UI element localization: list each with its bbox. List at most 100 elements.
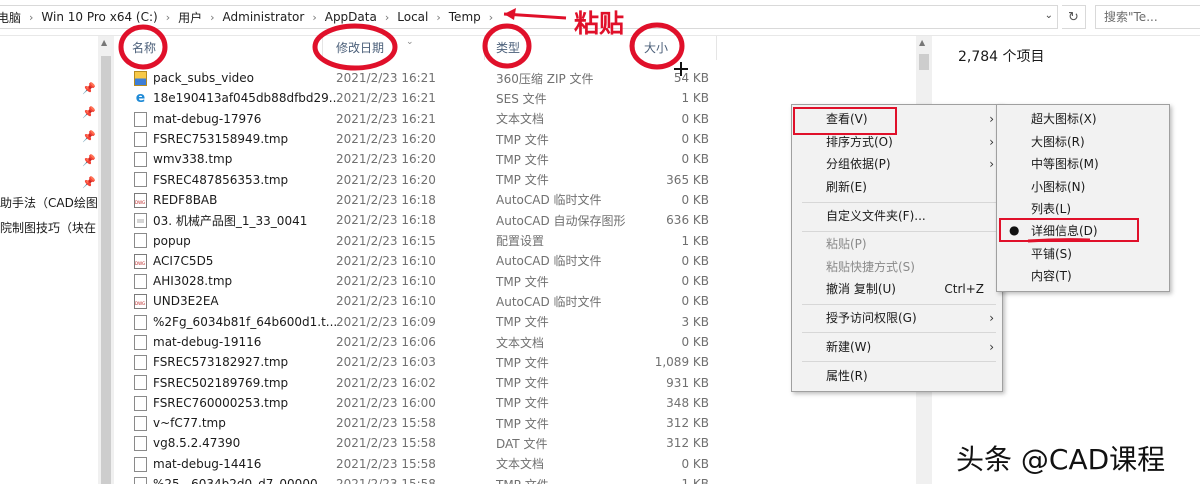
menu-item-give-access[interactable]: 授予访问权限(G) › <box>826 307 1002 329</box>
file-date: 2021/2/23 15:58 <box>336 477 436 484</box>
menu-item-group[interactable]: 分组依据(P) › <box>826 153 1002 175</box>
file-name: v~fC77.tmp <box>153 416 226 431</box>
file-date: 2021/2/23 16:09 <box>336 314 436 329</box>
file-row[interactable]: v~fC77.tmp 2021/2/23 15:58 TMP 文件 312 KB <box>122 413 722 433</box>
file-row[interactable]: REDF8BAB 2021/2/23 16:18 AutoCAD 临时文件 0 KB <box>122 190 722 210</box>
submenu-item-extra-large-icons[interactable]: 超大图标(X) <box>1031 108 1097 130</box>
refresh-button[interactable]: ↻ <box>1062 5 1086 29</box>
file-type: TMP 文件 <box>496 173 549 188</box>
file-list-scrollbar-thumb[interactable] <box>919 54 929 70</box>
file-date: 2021/2/23 16:06 <box>336 335 436 349</box>
menu-separator <box>802 231 996 232</box>
search-input[interactable]: 搜索"Te... <box>1095 5 1200 29</box>
file-size: 0 KB <box>681 192 709 207</box>
scroll-up-icon[interactable]: ▲ <box>101 38 107 47</box>
file-row[interactable]: FSREC760000253.tmp 2021/2/23 16:00 TMP 文件 3… <box>122 393 722 413</box>
nav-item[interactable]: 助手法（CAD绘图 <box>0 194 98 211</box>
column-header-date[interactable]: 修改日期 <box>336 36 384 60</box>
submenu-item-list[interactable]: 列表(L) <box>1031 198 1071 220</box>
menu-separator <box>802 332 996 333</box>
file-row[interactable]: mat-debug-17976 2021/2/23 16:21 文本文档 0 KB <box>122 109 722 129</box>
file-icon <box>134 273 147 289</box>
file-size: 1 KB <box>681 91 709 106</box>
address-bar[interactable]: 电脑 › Win 10 Pro x64 (C:) › 用户 › Administ… <box>0 5 1058 29</box>
file-name: FSREC760000253.tmp <box>153 395 289 410</box>
file-size: 0 KB <box>681 274 709 289</box>
file-row[interactable]: mat-debug-14416 2021/2/23 15:58 文本文档 0 KB <box>122 454 722 474</box>
file-icon <box>134 131 147 147</box>
breadcrumb-separator[interactable]: › <box>210 11 214 24</box>
column-header-size[interactable]: 大小 <box>644 36 668 60</box>
column-divider[interactable] <box>322 36 323 60</box>
menu-item-new[interactable]: 新建(W) › <box>826 336 1002 358</box>
menu-item-label: 新建(W) <box>826 340 872 354</box>
menu-item-customize-folder[interactable]: 自定义文件夹(F)... <box>826 205 1002 227</box>
file-row[interactable]: FSREC573182927.tmp 2021/2/23 16:03 TMP 文件 1… <box>122 352 722 372</box>
menu-separator <box>802 361 996 362</box>
file-row[interactable]: mat-debug-19116 2021/2/23 16:06 文本文档 0 KB <box>122 332 722 352</box>
column-divider[interactable] <box>634 36 635 60</box>
submenu-item-tiles[interactable]: 平铺(S) <box>1031 243 1072 265</box>
file-row[interactable]: UND3E2EA 2021/2/23 16:10 AutoCAD 临时文件 0 KB <box>122 291 722 311</box>
submenu-item-medium-icons[interactable]: 中等图标(M) <box>1031 153 1099 175</box>
breadcrumb-separator[interactable]: › <box>489 11 493 24</box>
submenu-item-large-icons[interactable]: 大图标(R) <box>1031 131 1085 153</box>
file-name: REDF8BAB <box>153 192 218 207</box>
menu-item-refresh[interactable]: 刷新(E) <box>826 176 1002 198</box>
file-row[interactable]: 03. 机械产品图_1_33_0041 2021/2/23 16:18 AutoCA… <box>122 210 722 230</box>
column-divider[interactable] <box>716 36 717 60</box>
submenu-item-small-icons[interactable]: 小图标(N) <box>1031 176 1085 198</box>
breadcrumb-appdata[interactable]: AppData <box>325 10 377 24</box>
file-row[interactable]: %25...6034b2d0_d7_00000... 2021/2/23 15:5… <box>122 474 722 484</box>
file-type: DAT 文件 <box>496 436 548 451</box>
column-divider[interactable] <box>484 36 485 60</box>
breadcrumb-administrator[interactable]: Administrator <box>223 10 305 24</box>
breadcrumb-users[interactable]: 用户 <box>178 9 202 26</box>
file-date: 2021/2/23 16:02 <box>336 375 436 390</box>
file-size: 54 KB <box>673 71 709 86</box>
chevron-down-icon[interactable]: ⌄ <box>1045 10 1053 21</box>
file-row[interactable]: vg8.5.2.47390 2021/2/23 15:58 DAT 文件 312 KB <box>122 433 722 453</box>
file-row[interactable]: popup 2021/2/23 16:15 配置设置 1 KB <box>122 230 722 250</box>
breadcrumb-separator[interactable]: › <box>385 11 389 24</box>
file-row[interactable]: ACI7C5D5 2021/2/23 16:10 AutoCAD 临时文件 0 KB <box>122 251 722 271</box>
view-submenu: 超大图标(X) 大图标(R) 中等图标(M) 小图标(N) 列表(L) ● 详细… <box>996 104 1170 292</box>
breadcrumb-separator[interactable]: › <box>312 11 316 24</box>
file-row[interactable]: FSREC753158949.tmp 2021/2/23 16:20 TMP 文件 0… <box>122 129 722 149</box>
breadcrumb-separator[interactable]: › <box>29 11 33 24</box>
context-menu: 查看(V) › 排序方式(O) › 分组依据(P) › 刷新(E) 自定义文件夹… <box>791 104 1003 392</box>
breadcrumb-this-pc[interactable]: 电脑 <box>0 9 21 26</box>
menu-item-label: 授予访问权限(G) <box>826 311 917 325</box>
file-icon <box>134 375 147 391</box>
file-type: 配置设置 <box>496 234 545 249</box>
breadcrumb-temp[interactable]: Temp <box>449 10 481 24</box>
menu-item-properties[interactable]: 属性(R) <box>826 365 1002 387</box>
file-row[interactable]: pack_subs_video 2021/2/23 16:21 360压缩 ZIP … <box>122 68 722 88</box>
file-row[interactable]: %2Fg_6034b81f_64b600d1.t... 2021/2/23 16:… <box>122 312 722 332</box>
file-icon <box>134 395 147 411</box>
column-header-name[interactable]: 名称 <box>132 36 156 60</box>
column-header-type[interactable]: 类型 <box>496 36 520 60</box>
scroll-up-icon[interactable]: ▲ <box>919 38 925 47</box>
nav-scrollbar-thumb[interactable] <box>101 56 111 484</box>
breadcrumb-separator[interactable]: › <box>166 11 170 24</box>
menu-item-paste[interactable]: 粘贴(P) <box>826 233 1002 255</box>
file-name: wmv338.tmp <box>153 152 233 167</box>
menu-item-paste-shortcut[interactable]: 粘贴快捷方式(S) <box>826 256 1002 278</box>
breadcrumb-local[interactable]: Local <box>397 10 428 24</box>
nav-item[interactable]: 院制图技巧（块在 <box>0 219 96 236</box>
drawing-file-icon <box>134 213 147 229</box>
file-name: UND3E2EA <box>153 294 219 309</box>
file-row[interactable]: e 18e190413af045db88dfbd29... 2021/2/23 16… <box>122 88 722 108</box>
file-row[interactable]: FSREC487856353.tmp 2021/2/23 16:20 TMP 文件 3… <box>122 169 722 189</box>
breadcrumb-separator[interactable]: › <box>436 11 440 24</box>
file-row[interactable]: FSREC502189769.tmp 2021/2/23 16:02 TMP 文件 9… <box>122 372 722 392</box>
file-icon <box>134 152 147 168</box>
file-row[interactable]: wmv338.tmp 2021/2/23 16:20 TMP 文件 0 KB <box>122 149 722 169</box>
menu-item-undo-copy[interactable]: 撤消 复制(U) Ctrl+Z <box>826 278 1002 300</box>
file-date: 2021/2/23 16:10 <box>336 253 436 268</box>
submenu-item-content[interactable]: 内容(T) <box>1031 265 1072 287</box>
breadcrumb-c-drive[interactable]: Win 10 Pro x64 (C:) <box>41 10 157 24</box>
pin-icon: 📌 <box>82 176 96 189</box>
file-row[interactable]: AHI3028.tmp 2021/2/23 16:10 TMP 文件 0 KB <box>122 271 722 291</box>
